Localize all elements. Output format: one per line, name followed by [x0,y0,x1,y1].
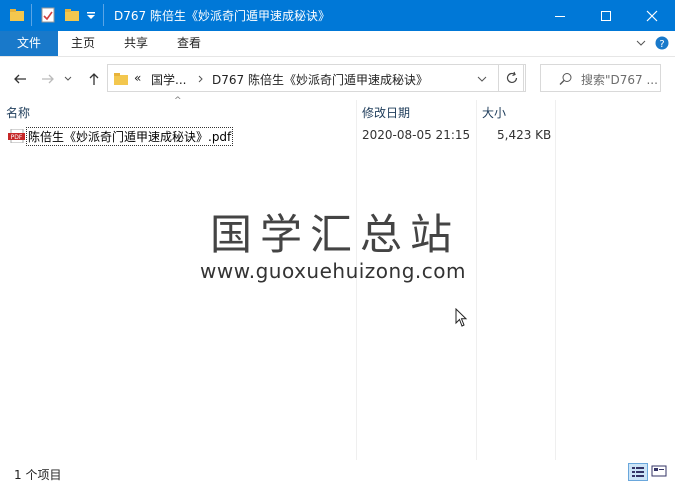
watermark-url: www.guoxuehuizong.com [200,259,466,283]
close-button[interactable] [629,0,675,31]
refresh-icon [506,71,518,84]
close-icon [646,10,658,21]
mouse-cursor-icon [455,308,468,327]
refresh-button[interactable] [498,64,526,92]
search-icon [559,73,572,85]
details-view-icon [632,467,644,477]
forward-arrow-icon [42,74,54,84]
tab-view[interactable]: 查看 [177,31,201,56]
pdf-file-icon: PDF [8,129,25,143]
separator [103,4,104,26]
file-row[interactable]: PDF 陈倍生《妙派奇门遁甲速成秘诀》.pdf 2020-08-05 21:15… [6,126,666,146]
watermark-title: 国学汇总站 [210,210,461,259]
title-bar: D767 陈倍生《妙派奇门遁甲速成秘诀》 [0,0,675,31]
status-bar: 1 个项目 [0,460,675,486]
breadcrumb-overflow[interactable]: « [134,71,141,85]
chevron-down-icon [64,76,72,81]
large-icons-view-button[interactable] [650,463,670,481]
details-view-button[interactable] [628,463,648,481]
up-arrow-icon [89,73,99,85]
search-input[interactable]: 搜索"D767 ... [581,71,658,88]
address-bar[interactable]: « 国学... D767 陈倍生《妙派奇门遁甲速成秘诀》 [107,64,524,92]
tab-share[interactable]: 共享 [124,31,148,56]
breadcrumb-current[interactable]: D767 陈倍生《妙派奇门遁甲速成秘诀》 [212,71,428,88]
up-button[interactable] [84,69,104,89]
column-divider[interactable] [476,100,477,460]
item-count: 1 个项目 [14,468,62,482]
expand-ribbon-icon[interactable] [636,40,646,48]
pdf-icon-label: PDF [11,134,23,141]
minimize-button[interactable] [537,0,583,31]
folder-icon [114,73,128,85]
column-header-size[interactable]: 大小 [482,104,506,121]
back-button[interactable] [10,69,30,89]
svg-text:?: ? [659,39,664,50]
properties-icon[interactable] [40,7,56,23]
search-box[interactable]: 搜索"D767 ... [540,64,661,92]
file-name[interactable]: 陈倍生《妙派奇门遁甲速成秘诀》.pdf [25,127,234,146]
file-size: 5,423 KB [497,128,552,142]
column-header-date[interactable]: 修改日期 [362,104,410,121]
breadcrumb-item[interactable]: 国学... [151,71,186,88]
customize-toolbar-icon[interactable] [86,11,96,21]
window-title: D767 陈倍生《妙派奇门遁甲速成秘诀》 [114,9,330,23]
forward-button[interactable] [38,69,58,89]
folder-icon [10,9,24,21]
help-icon[interactable]: ? [655,36,669,50]
ribbon: 文件 主页 共享 查看 ? [0,31,675,57]
large-icons-view-icon [651,465,667,477]
tab-home[interactable]: 主页 [71,31,95,56]
file-date: 2020-08-05 21:15 [362,128,471,142]
new-folder-icon[interactable] [64,7,80,23]
tab-file[interactable]: 文件 [0,31,58,56]
address-dropdown-icon[interactable] [477,76,487,82]
back-arrow-icon [14,74,26,84]
column-divider[interactable] [555,100,556,460]
recent-locations-button[interactable] [62,69,74,89]
sort-ascending-icon: ^ [174,96,182,106]
chevron-right-icon[interactable] [198,75,204,83]
minimize-icon [555,15,565,17]
column-header-name[interactable]: 名称 [6,104,30,121]
maximize-icon [601,10,611,21]
separator [31,4,32,26]
maximize-button[interactable] [583,0,629,31]
